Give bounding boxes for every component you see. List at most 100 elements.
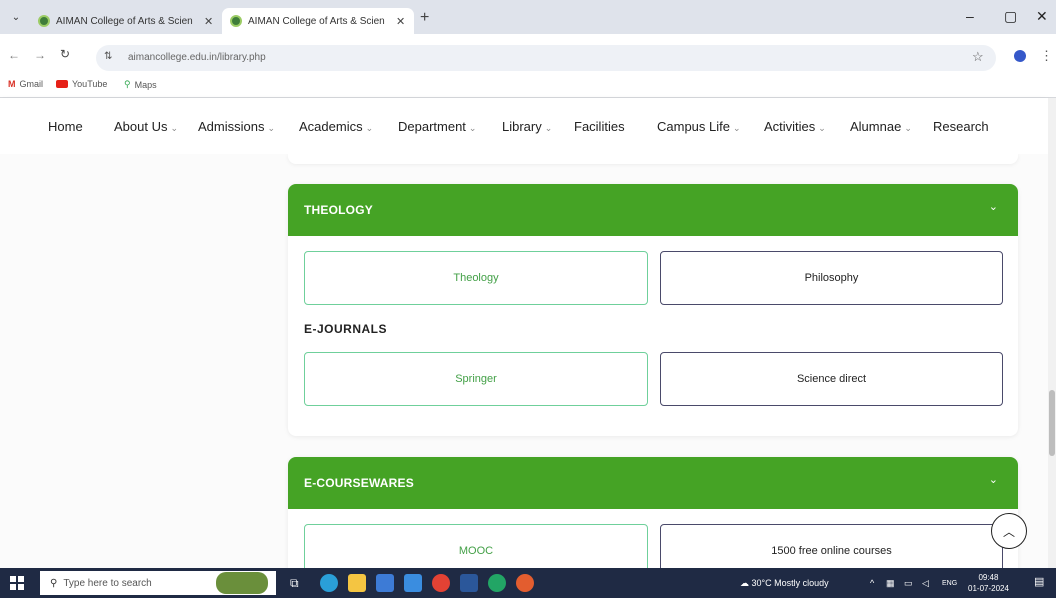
science-direct-link-button[interactable]: Science direct — [660, 352, 1003, 406]
e-journals-heading: E-JOURNALS — [304, 322, 388, 336]
nav-label: Facilities — [574, 119, 625, 134]
button-label: Theology — [453, 272, 499, 284]
theology-link-button[interactable]: Theology — [304, 251, 648, 305]
nav-department[interactable]: Department ⌄ — [398, 119, 476, 134]
nav-activities[interactable]: Activities ⌄ — [764, 119, 826, 134]
nav-facilities[interactable]: Facilities — [574, 119, 625, 134]
notification-center-icon[interactable]: ▤ — [1034, 575, 1044, 588]
weather-text: 30°C Mostly cloudy — [751, 578, 829, 588]
new-tab-button[interactable]: + — [420, 9, 429, 27]
volume-icon[interactable]: ◁ — [922, 578, 929, 589]
chevron-down-icon: ⌄ — [732, 123, 741, 133]
nav-label: Alumnae — [850, 119, 902, 134]
search-placeholder: Type here to search — [63, 577, 152, 589]
site-favicon-icon — [230, 15, 242, 27]
nav-label: Activities — [764, 119, 816, 134]
bookmark-label: Gmail — [19, 79, 44, 89]
section-title: E-COURSEWARES — [304, 476, 414, 490]
reload-icon[interactable]: ↻ — [60, 47, 70, 61]
theology-accordion-header[interactable]: THEOLOGY ⌄ — [288, 184, 1018, 236]
e-coursewares-accordion-header[interactable]: E-COURSEWARES ⌄ — [288, 457, 1018, 509]
nav-home[interactable]: Home — [48, 119, 83, 134]
brave-browser-icon[interactable] — [516, 574, 534, 592]
nav-admissions[interactable]: Admissions ⌄ — [198, 119, 275, 134]
search-highlight-image-icon[interactable] — [216, 572, 268, 594]
chrome-browser-icon[interactable] — [432, 574, 450, 592]
chevron-down-icon: ⌄ — [818, 123, 826, 133]
browser-menu-icon[interactable]: ⋮ — [1040, 48, 1053, 64]
philosophy-link-button[interactable]: Philosophy — [660, 251, 1003, 305]
url-text[interactable]: aimancollege.edu.in/library.php — [128, 52, 266, 63]
free-online-courses-link-button[interactable]: 1500 free online courses — [660, 524, 1003, 568]
youtube-icon — [56, 80, 68, 88]
nav-academics[interactable]: Academics ⌄ — [299, 119, 373, 134]
bookmark-gmail[interactable]: M Gmail — [8, 79, 43, 89]
close-tab-icon[interactable]: ✕ — [396, 15, 405, 28]
maps-icon: ⚲ — [124, 79, 131, 89]
nav-label: Academics — [299, 119, 363, 134]
bookmark-youtube[interactable]: YouTube — [56, 79, 107, 89]
page-scrollbar-thumb[interactable] — [1049, 390, 1055, 456]
chevron-down-icon[interactable]: ⌄ — [989, 200, 998, 213]
chevron-up-icon: ︿ — [1002, 524, 1015, 539]
chevron-down-icon: ⌄ — [468, 123, 477, 133]
nav-alumnae[interactable]: Alumnae ⌄ — [850, 119, 912, 134]
chrome-profile-icon[interactable] — [488, 574, 506, 592]
bookmark-star-icon[interactable]: ☆ — [972, 49, 984, 65]
windows-start-icon[interactable] — [10, 576, 24, 590]
nav-library[interactable]: Library ⌄ — [502, 119, 552, 134]
springer-link-button[interactable]: Springer — [304, 352, 648, 406]
close-window-button[interactable]: ✕ — [1036, 8, 1048, 25]
weather-widget[interactable]: ☁ 30°C Mostly cloudy — [740, 578, 829, 589]
scroll-to-top-button[interactable]: ︿ — [991, 513, 1027, 549]
minimize-button[interactable]: – — [966, 8, 974, 24]
clock-date: 01-07-2024 — [968, 584, 1009, 593]
chevron-down-icon: ⌄ — [365, 123, 374, 133]
tab-title: AIMAN College of Arts & Scien — [248, 15, 385, 27]
file-explorer-icon[interactable] — [348, 574, 366, 592]
clock-time: 09:48 — [978, 573, 999, 582]
store-icon[interactable] — [376, 574, 394, 592]
word-icon[interactable] — [460, 574, 478, 592]
chevron-down-icon: ⌄ — [544, 123, 553, 133]
bookmarks-bar — [0, 76, 1056, 98]
library-content-area: THEOLOGY ⌄ Theology Philosophy E-JOURNAL… — [0, 154, 1048, 568]
edge-browser-icon[interactable] — [320, 574, 338, 592]
language-indicator[interactable]: ENG — [942, 580, 957, 587]
network-icon[interactable]: ▦ — [886, 578, 895, 589]
section-title: THEOLOGY — [304, 203, 373, 217]
gmail-icon: M — [8, 79, 16, 89]
display-icon[interactable]: ▭ — [904, 578, 913, 589]
page-scrollbar-track[interactable] — [1048, 98, 1056, 568]
tray-chevron-up-icon[interactable]: ^ — [870, 578, 874, 588]
close-tab-icon[interactable]: ✕ — [204, 15, 213, 28]
nav-label: Department — [398, 119, 466, 134]
chevron-down-icon[interactable]: ⌄ — [989, 473, 998, 486]
nav-about-us[interactable]: About Us ⌄ — [114, 119, 178, 134]
site-favicon-icon — [38, 15, 50, 27]
e-coursewares-section: E-COURSEWARES ⌄ MOOC 1500 free online co… — [288, 457, 1018, 568]
nav-label: About Us — [114, 119, 168, 134]
browser-tab-2-active[interactable]: AIMAN College of Arts & Scien ✕ — [222, 8, 414, 34]
mail-icon[interactable] — [404, 574, 422, 592]
profile-avatar-icon[interactable] — [1014, 50, 1026, 62]
browser-tab-1[interactable]: AIMAN College of Arts & Scien ✕ — [30, 8, 220, 34]
site-info-icon[interactable]: ⇅ — [104, 51, 112, 62]
taskbar-clock[interactable]: 09:48 01-07-2024 — [968, 572, 1009, 594]
mooc-link-button[interactable]: MOOC — [304, 524, 648, 568]
previous-section-card-bottom — [288, 154, 1018, 164]
maximize-button[interactable]: ▢ — [1004, 8, 1017, 25]
chevron-down-icon: ⌄ — [267, 123, 276, 133]
task-view-icon[interactable]: ⧉ — [290, 574, 308, 592]
cloud-icon: ☁ — [740, 578, 749, 588]
tab-search-chevron-icon[interactable]: ⌄ — [6, 9, 26, 27]
back-arrow-icon[interactable]: ← — [8, 48, 20, 62]
bookmark-maps[interactable]: ⚲ Maps — [124, 79, 157, 90]
nav-label: Library — [502, 119, 542, 134]
nav-research[interactable]: Research — [933, 119, 989, 134]
nav-campus-life[interactable]: Campus Life ⌄ — [657, 119, 741, 134]
forward-arrow-icon[interactable]: → — [34, 48, 46, 62]
chevron-down-icon: ⌄ — [904, 123, 912, 133]
theology-section: THEOLOGY ⌄ Theology Philosophy E-JOURNAL… — [288, 184, 1018, 436]
nav-label: Research — [933, 119, 989, 134]
